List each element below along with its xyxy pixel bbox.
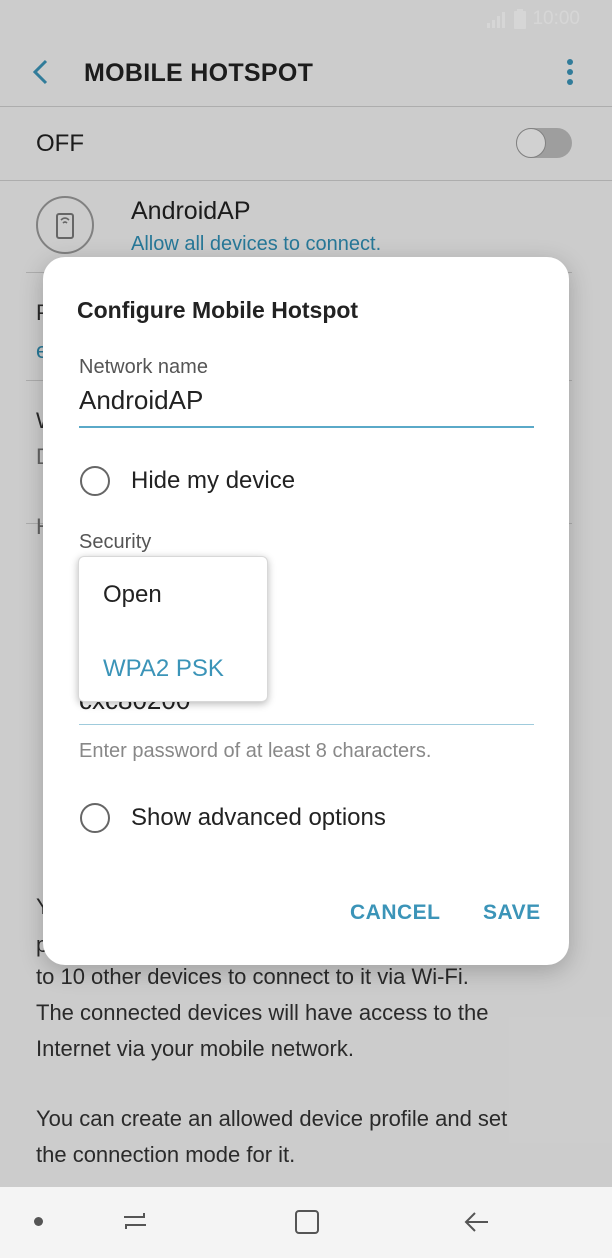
navigation-bar xyxy=(0,1187,612,1258)
save-button[interactable]: SAVE xyxy=(483,901,541,925)
back-nav-icon[interactable] xyxy=(462,1207,492,1237)
cancel-button[interactable]: CANCEL xyxy=(350,901,441,925)
network-name-label: Network name xyxy=(79,356,208,378)
hide-device-radio[interactable] xyxy=(80,466,110,496)
nav-dot-icon[interactable] xyxy=(34,1217,43,1226)
recent-apps-icon[interactable] xyxy=(120,1207,150,1237)
show-advanced-radio[interactable] xyxy=(80,803,110,833)
password-underline xyxy=(79,724,534,725)
security-label: Security xyxy=(79,531,152,553)
security-option-wpa2-psk[interactable]: WPA2 PSK xyxy=(103,655,224,683)
dialog-title: Configure Mobile Hotspot xyxy=(77,297,359,323)
security-dropdown: Open WPA2 PSK xyxy=(78,556,268,702)
security-option-open[interactable]: Open xyxy=(103,581,162,609)
network-name-underline xyxy=(79,426,534,428)
password-hint: Enter password of at least 8 characters. xyxy=(79,740,432,762)
network-name-input[interactable]: AndroidAP xyxy=(79,385,203,416)
phone-screen: 10:00 MOBILE HOTSPOT OFF AndroidAP Allow… xyxy=(0,0,612,1258)
home-icon[interactable] xyxy=(292,1207,322,1237)
show-advanced-label[interactable]: Show advanced options xyxy=(131,804,386,832)
hide-device-label[interactable]: Hide my device xyxy=(131,467,295,495)
